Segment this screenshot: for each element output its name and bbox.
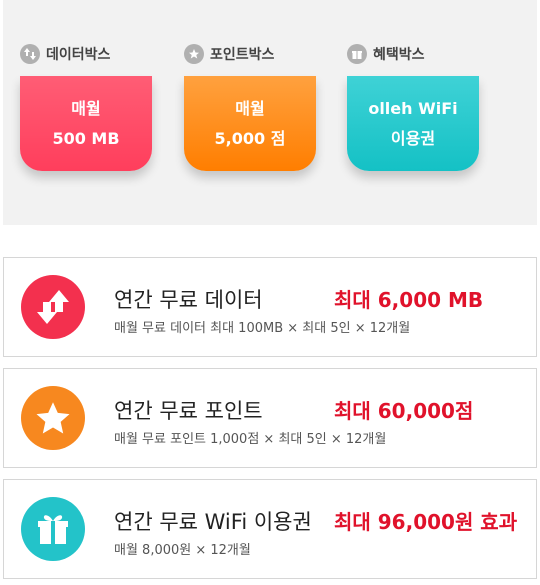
benefit-box-line2: 이용권 (390, 128, 436, 148)
point-box-header: 포인트박스 (184, 40, 319, 68)
point-box: 포인트박스 매월 5,000 점 (184, 40, 319, 171)
benefit-box-header: 혜택박스 (347, 40, 482, 68)
data-box: 데이터박스 매월 500 MB (20, 40, 155, 171)
annual-point-max: 최대 60,000점 (334, 399, 474, 423)
benefit-box-card[interactable]: olleh WiFi 이용권 (347, 76, 479, 171)
benefit-box: 혜택박스 olleh WiFi 이용권 (347, 40, 482, 171)
benefit-box-line1: olleh WiFi (368, 98, 458, 118)
star-icon (21, 386, 85, 450)
point-box-line2: 5,000 점 (214, 128, 286, 148)
annual-wifi-max: 최대 96,000원 효과 (334, 510, 518, 534)
point-box-line1: 매월 (235, 98, 265, 118)
annual-data-title: 연간 무료 데이터 (114, 288, 263, 312)
annual-point-row: 연간 무료 포인트 최대 60,000점 매월 무료 포인트 1,000점 × … (3, 368, 537, 468)
annual-wifi-row: 연간 무료 WiFi 이용권 최대 96,000원 효과 매월 8,000원 ×… (3, 479, 537, 579)
annual-point-title: 연간 무료 포인트 (114, 399, 263, 423)
annual-data-desc: 매월 무료 데이터 최대 100MB × 최대 5인 × 12개월 (114, 321, 411, 336)
point-box-card[interactable]: 매월 5,000 점 (184, 76, 316, 171)
data-box-card[interactable]: 매월 500 MB (20, 76, 152, 171)
annual-point-desc: 매월 무료 포인트 1,000점 × 최대 5인 × 12개월 (114, 432, 387, 447)
gift-icon (347, 44, 367, 64)
benefit-box-label: 혜택박스 (373, 47, 425, 63)
data-box-label: 데이터박스 (46, 47, 111, 63)
annual-wifi-title: 연간 무료 WiFi 이용권 (114, 510, 312, 534)
data-box-header: 데이터박스 (20, 40, 155, 68)
star-icon (184, 44, 204, 64)
data-arrows-icon (21, 275, 85, 339)
data-arrows-icon (20, 44, 40, 64)
benefit-boxes-panel: 데이터박스 매월 500 MB 포인트박스 매월 5,000 점 혜택박스 ol… (3, 0, 537, 225)
annual-data-max: 최대 6,000 MB (334, 288, 484, 312)
point-box-label: 포인트박스 (210, 47, 275, 63)
data-box-line2: 500 MB (52, 128, 120, 148)
annual-wifi-desc: 매월 8,000원 × 12개월 (114, 543, 251, 558)
gift-icon (21, 497, 85, 561)
data-box-line1: 매월 (71, 98, 101, 118)
annual-data-row: 연간 무료 데이터 최대 6,000 MB 매월 무료 데이터 최대 100MB… (3, 257, 537, 357)
